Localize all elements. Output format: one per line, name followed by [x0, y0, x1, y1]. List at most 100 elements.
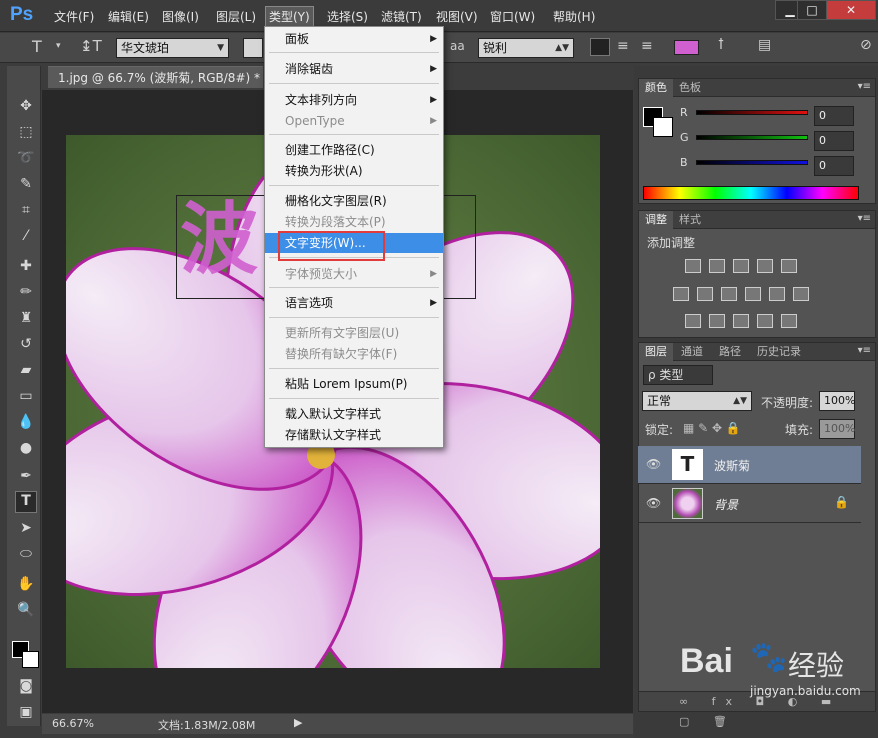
status-menu-arrow-icon[interactable]: ▶ — [294, 716, 302, 729]
menu-type[interactable]: 类型(Y) — [265, 6, 314, 27]
gradient-map-icon[interactable] — [781, 314, 797, 328]
history-brush-tool-icon[interactable]: ↺ — [17, 335, 35, 353]
menu-file[interactable]: 文件(F) — [54, 8, 94, 25]
background-color-swatch[interactable] — [22, 651, 39, 668]
eye-icon[interactable]: 👁 — [646, 496, 661, 510]
menu-item-paste-lorem-ipsum[interactable]: 粘贴 Lorem Ipsum(P) — [265, 374, 443, 394]
menu-item-update-all-text[interactable]: 更新所有文字图层(U) — [265, 323, 443, 343]
align-right-icon[interactable]: ≡ — [641, 38, 653, 54]
layer-row-text[interactable]: 👁 T 波斯菊 — [638, 446, 861, 484]
brightness-icon[interactable] — [685, 259, 701, 273]
layer-name[interactable]: 波斯菊 — [714, 457, 750, 474]
menu-edit[interactable]: 编辑(E) — [108, 8, 149, 25]
photo-filter-icon[interactable] — [745, 287, 761, 301]
tab-channels[interactable]: 通道 — [675, 343, 709, 361]
menu-image[interactable]: 图像(I) — [162, 8, 199, 25]
menu-item-replace-missing-fonts[interactable]: 替换所有缺欠字体(F) — [265, 344, 443, 364]
ellipse-tool-icon[interactable]: ⬭ — [17, 545, 35, 563]
menu-view[interactable]: 视图(V) — [436, 8, 478, 25]
menu-item-anti-alias[interactable]: 消除锯齿 ▶ — [265, 59, 443, 79]
menu-item-panels[interactable]: 面板 ▶ — [265, 29, 443, 49]
lock-icons[interactable]: ▦ ✎ ✥ 🔒 — [683, 421, 741, 435]
green-slider[interactable] — [696, 135, 808, 140]
vibrance-icon[interactable] — [781, 259, 797, 273]
pen-tool-icon[interactable]: ✒ — [17, 467, 35, 485]
tab-color[interactable]: 颜色 — [639, 79, 673, 97]
tab-adjustments[interactable]: 调整 — [639, 211, 673, 229]
menu-item-orientation[interactable]: 文本排列方向 ▶ — [265, 90, 443, 110]
red-value-input[interactable]: 0 — [814, 106, 854, 126]
posterize-icon[interactable] — [709, 314, 725, 328]
channel-mixer-icon[interactable] — [769, 287, 785, 301]
threshold-icon[interactable] — [733, 314, 749, 328]
zoom-level[interactable]: 66.67% — [52, 717, 94, 730]
text-color-swatch[interactable] — [674, 40, 699, 55]
menu-item-load-default-styles[interactable]: 载入默认文字样式 — [265, 404, 443, 424]
tab-styles[interactable]: 样式 — [673, 211, 707, 229]
menu-item-language-options[interactable]: 语言选项 ▶ — [265, 293, 443, 313]
healing-tool-icon[interactable]: ✚ — [17, 257, 35, 275]
zoom-tool-icon[interactable]: 🔍 — [17, 601, 35, 619]
menu-select[interactable]: 选择(S) — [327, 8, 368, 25]
menu-item-font-preview-size[interactable]: 字体预览大小 ▶ — [265, 264, 443, 284]
green-value-input[interactable]: 0 — [814, 131, 854, 151]
menu-item-create-work-path[interactable]: 创建工作路径(C) — [265, 140, 443, 160]
tab-paths[interactable]: 路径 — [713, 343, 747, 361]
invert-icon[interactable] — [685, 314, 701, 328]
antialias-select[interactable]: 锐利 ▲▼ — [478, 38, 574, 58]
menu-item-convert-to-shape[interactable]: 转换为形状(A) — [265, 161, 443, 181]
warp-text-icon[interactable]: ꝉ — [718, 37, 724, 53]
crop-tool-icon[interactable]: ⌗ — [17, 201, 35, 219]
blue-value-input[interactable]: 0 — [814, 156, 854, 176]
opacity-input[interactable]: 100% — [819, 391, 855, 411]
hand-tool-icon[interactable]: ✋ — [17, 575, 35, 593]
eyedropper-tool-icon[interactable]: ⁄ — [17, 227, 35, 245]
character-panel-icon[interactable]: ▤ — [758, 37, 771, 53]
marquee-tool-icon[interactable]: ⬚ — [17, 123, 35, 141]
levels-icon[interactable] — [709, 259, 725, 273]
screen-mode-icon[interactable]: ▣ — [17, 703, 35, 721]
panel-menu-icon[interactable]: ▾≡ — [858, 345, 871, 356]
toggle-orientation-icon[interactable]: ↨T — [80, 37, 102, 55]
dodge-tool-icon[interactable]: ● — [17, 439, 35, 457]
eraser-tool-icon[interactable]: ▰ — [17, 361, 35, 379]
color-balance-icon[interactable] — [697, 287, 713, 301]
color-lookup-icon[interactable] — [793, 287, 809, 301]
hue-saturation-icon[interactable] — [673, 287, 689, 301]
tool-preset-chevron-icon[interactable]: ▾ — [56, 41, 61, 51]
fill-input[interactable]: 100% — [819, 419, 855, 439]
eye-icon[interactable]: 👁 — [646, 457, 661, 471]
selective-color-icon[interactable] — [757, 314, 773, 328]
menu-filter[interactable]: 滤镜(T) — [381, 8, 422, 25]
quick-mask-icon[interactable]: ◙ — [17, 677, 35, 695]
tab-history[interactable]: 历史记录 — [751, 343, 807, 361]
layer-name[interactable]: 背景 — [714, 496, 738, 513]
curves-icon[interactable] — [733, 259, 749, 273]
font-family-select[interactable]: 华文琥珀 ▼ — [116, 38, 229, 58]
brush-tool-icon[interactable]: ✏ — [17, 283, 35, 301]
layer-filter-select[interactable]: ρ 类型 — [643, 365, 713, 385]
path-select-tool-icon[interactable]: ➤ — [17, 519, 35, 537]
tab-layers[interactable]: 图层 — [639, 343, 673, 361]
align-center-icon[interactable]: ≡ — [617, 38, 629, 54]
stamp-tool-icon[interactable]: ♜ — [17, 309, 35, 327]
menu-layer[interactable]: 图层(L) — [216, 8, 256, 25]
menu-help[interactable]: 帮助(H) — [553, 8, 595, 25]
blur-tool-icon[interactable]: 💧 — [17, 413, 35, 431]
type-tool-icon[interactable]: T — [32, 37, 42, 56]
panel-menu-icon[interactable]: ▾≡ — [858, 213, 871, 224]
cancel-icon[interactable]: ⊘ — [860, 37, 872, 53]
quick-select-tool-icon[interactable]: ✎ — [17, 175, 35, 193]
red-slider[interactable] — [696, 110, 808, 115]
menu-item-convert-paragraph[interactable]: 转换为段落文本(P) — [265, 212, 443, 232]
tab-swatches[interactable]: 色板 — [673, 79, 707, 97]
close-button[interactable]: ✕ — [826, 0, 876, 20]
maximize-button[interactable]: □ — [797, 0, 827, 20]
move-tool-icon[interactable]: ✥ — [17, 97, 35, 115]
gradient-tool-icon[interactable]: ▭ — [17, 387, 35, 405]
type-tool-icon[interactable]: T — [15, 491, 37, 513]
panel-menu-icon[interactable]: ▾≡ — [858, 81, 871, 92]
menu-window[interactable]: 窗口(W) — [490, 8, 535, 25]
menu-item-rasterize[interactable]: 栅格化文字图层(R) — [265, 191, 443, 211]
blue-slider[interactable] — [696, 160, 808, 165]
